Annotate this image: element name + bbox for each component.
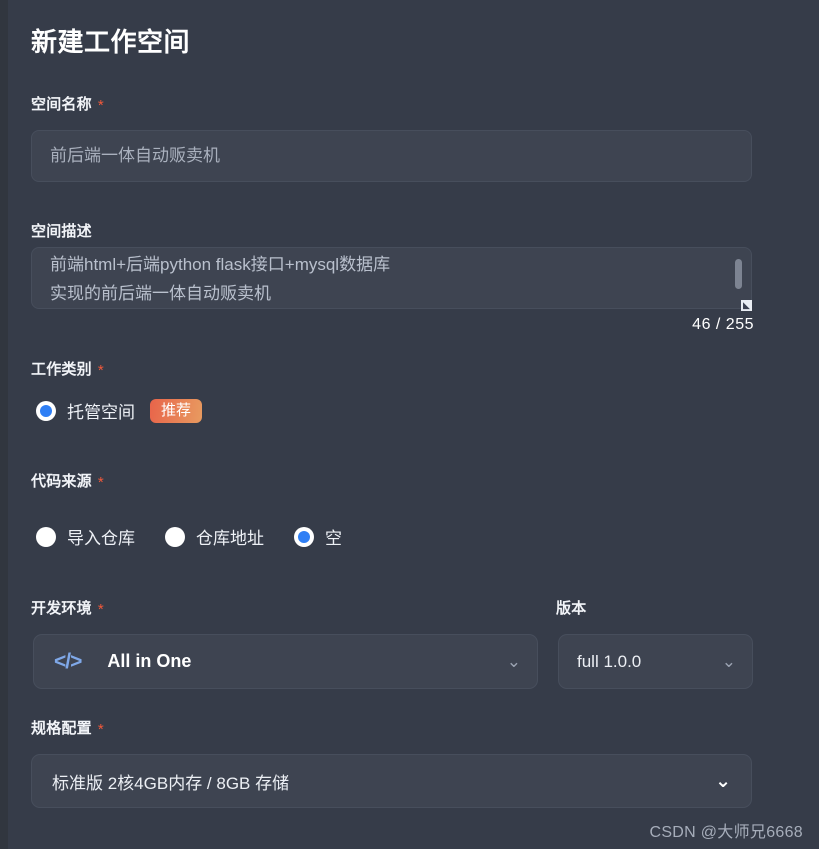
- version-label-text: 版本: [556, 600, 587, 617]
- work-type-radio-group: 托管空间 推荐: [36, 398, 232, 423]
- spec-config-label: 规格配置 *: [31, 717, 104, 738]
- space-name-label-text: 空间名称: [31, 96, 92, 113]
- radio-option-hosted-space[interactable]: 托管空间 推荐: [36, 398, 203, 423]
- space-description-label: 空间描述: [31, 220, 92, 241]
- textarea-resize-handle[interactable]: ◣: [741, 300, 752, 311]
- code-source-radio-group: 导入仓库 仓库地址 空: [36, 524, 372, 549]
- required-asterisk: *: [97, 721, 104, 738]
- space-description-wrapper: ◣: [31, 247, 752, 311]
- space-description-label-text: 空间描述: [31, 223, 92, 240]
- code-brackets-icon: </>: [54, 649, 82, 673]
- radio-option-empty[interactable]: 空: [294, 524, 342, 549]
- dev-environment-value: All in One: [107, 651, 192, 671]
- dev-environment-select[interactable]: </> All in One ⌄: [33, 634, 538, 689]
- radio-option-import-repo[interactable]: 导入仓库: [36, 524, 135, 549]
- radio-button-icon-unselected[interactable]: [36, 526, 56, 547]
- chevron-down-icon: ⌄: [715, 770, 731, 792]
- space-description-textarea[interactable]: [31, 247, 752, 309]
- spec-config-value: 标准版 2核4GB内存 / 8GB 存储: [52, 773, 290, 793]
- radio-label-import-repo: 导入仓库: [67, 529, 135, 548]
- version-select[interactable]: full 1.0.0 ⌄: [558, 634, 753, 689]
- textarea-scrollbar-thumb[interactable]: [735, 259, 742, 289]
- radio-option-repo-url[interactable]: 仓库地址: [165, 524, 264, 549]
- code-source-label: 代码来源 *: [31, 470, 104, 491]
- dev-environment-label: 开发环境 *: [31, 597, 104, 618]
- version-value: full 1.0.0: [577, 651, 642, 671]
- radio-button-icon-selected[interactable]: [294, 526, 314, 547]
- required-asterisk: *: [97, 601, 104, 618]
- radio-label-empty: 空: [325, 529, 342, 548]
- dev-environment-label-text: 开发环境: [31, 600, 92, 617]
- new-workspace-form: 新建工作空间 空间名称 * 空间描述 ◣ 46 / 255 工作类别 * 托管空间 …: [0, 0, 819, 849]
- spec-config-label-text: 规格配置: [31, 720, 92, 737]
- watermark: CSDN @大师兄6668: [649, 824, 803, 841]
- required-asterisk: *: [97, 97, 104, 114]
- space-name-input[interactable]: [31, 130, 752, 182]
- page-title: 新建工作空间: [31, 27, 191, 57]
- required-asterisk: *: [97, 362, 104, 379]
- recommended-badge: 推荐: [150, 398, 203, 423]
- radio-button-icon-unselected[interactable]: [165, 526, 185, 547]
- work-type-label-text: 工作类别: [31, 361, 92, 378]
- required-asterisk: *: [97, 474, 104, 491]
- radio-label-repo-url: 仓库地址: [196, 529, 264, 548]
- version-label: 版本: [556, 597, 586, 618]
- code-source-label-text: 代码来源: [31, 473, 92, 490]
- character-counter: 46 / 255: [692, 316, 754, 333]
- textarea-scrollbar-track[interactable]: [735, 253, 747, 303]
- spec-config-select[interactable]: 标准版 2核4GB内存 / 8GB 存储 ⌄: [31, 754, 752, 808]
- space-name-label: 空间名称 *: [31, 93, 104, 114]
- work-type-label: 工作类别 *: [31, 358, 104, 379]
- chevron-down-icon: ⌄: [506, 652, 521, 671]
- radio-button-icon-selected[interactable]: [36, 400, 56, 421]
- radio-label-hosted-space: 托管空间: [67, 403, 135, 422]
- chevron-down-icon: ⌄: [721, 652, 736, 671]
